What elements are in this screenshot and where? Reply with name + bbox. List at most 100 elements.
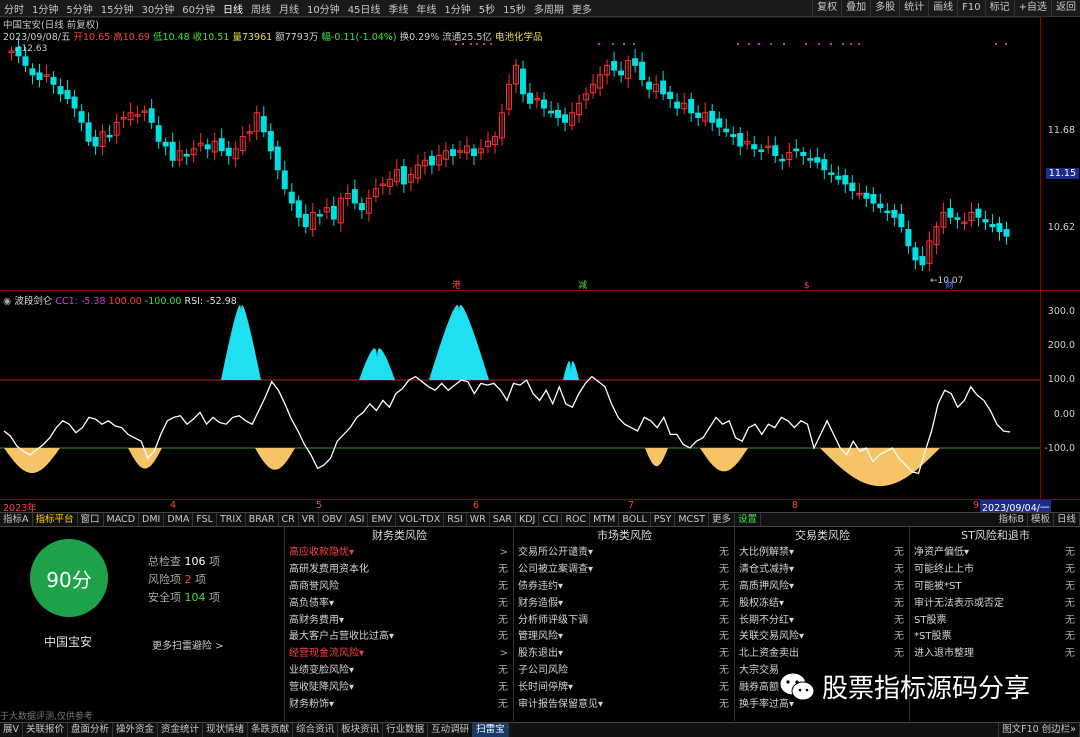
period-tab[interactable]: 季线: [384, 1, 412, 16]
indicator-tab[interactable]: MCST: [675, 513, 710, 526]
bottom-tab[interactable]: 关联报价: [23, 723, 69, 737]
risk-item[interactable]: 子公司风险 无: [514, 663, 735, 680]
period-tab[interactable]: 5分钟: [62, 1, 96, 16]
risk-item[interactable]: 营收陡降风险▾ 无: [285, 680, 514, 697]
risk-item[interactable]: 长期不分红▾ 无: [735, 613, 910, 630]
bottom-tab[interactable]: 展V: [0, 723, 23, 737]
period-tab[interactable]: 15分钟: [97, 1, 138, 16]
period-tab[interactable]: 60分钟: [178, 1, 219, 16]
bottom-tab[interactable]: 板块资讯: [338, 723, 384, 737]
indicator-tab-right[interactable]: 指标B: [995, 513, 1028, 526]
indicator-tab[interactable]: SAR: [490, 513, 517, 526]
risk-item[interactable]: *ST股票 无: [910, 629, 1080, 646]
f10-sidebar-toggle[interactable]: 图文F10 创边栏»: [998, 723, 1080, 737]
more-scan-link[interactable]: 更多扫雷避险 >: [152, 637, 224, 652]
event-flag-marker[interactable]: $: [804, 281, 810, 290]
risk-item[interactable]: 大比例解禁▾ 无: [735, 545, 910, 562]
risk-item[interactable]: 债券违约▾ 无: [514, 579, 735, 596]
candlestick-chart[interactable]: ↙12.63←10.07港减 $ 财: [0, 17, 1040, 290]
indicator-tab[interactable]: BRAR: [246, 513, 279, 526]
period-tab[interactable]: 5秒: [475, 1, 499, 16]
indicator-tab[interactable]: 窗口: [78, 513, 104, 526]
indicator-tab-right[interactable]: 模板: [1028, 513, 1054, 526]
toolbar-button[interactable]: 画线: [928, 0, 957, 16]
risk-item[interactable]: 审计无法表示或否定 无: [910, 596, 1080, 613]
indicator-tab[interactable]: PSY: [651, 513, 676, 526]
risk-item[interactable]: 可能被*ST 无: [910, 579, 1080, 596]
indicator-tab[interactable]: MACD: [104, 513, 140, 526]
bottom-tab[interactable]: 条跌贡献: [248, 723, 294, 737]
risk-item[interactable]: 净资产偏低▾ 无: [910, 545, 1080, 562]
event-flag-marker[interactable]: 港: [452, 279, 461, 290]
indicator-tab[interactable]: 设置: [735, 513, 762, 526]
toolbar-button[interactable]: 复权: [812, 0, 841, 16]
risk-item[interactable]: 管理风险▾ 无: [514, 629, 735, 646]
risk-item[interactable]: 关联交易风险▾ 无: [735, 629, 910, 646]
risk-item[interactable]: 高商誉风险 无: [285, 579, 514, 596]
period-tab[interactable]: 1分钟: [28, 1, 62, 16]
risk-item[interactable]: 北上资金卖出 无: [735, 646, 910, 663]
bottom-tab[interactable]: 互动调研: [428, 723, 474, 737]
risk-item[interactable]: 股东退出▾ 无: [514, 646, 735, 663]
indicator-tab[interactable]: BOLL: [619, 513, 651, 526]
event-flag-marker[interactable]: 减: [578, 279, 587, 290]
indicator-tab[interactable]: OBV: [319, 513, 347, 526]
period-tab[interactable]: 分时: [0, 1, 28, 16]
period-tab[interactable]: 多周期: [530, 1, 568, 16]
risk-item[interactable]: 经营现金流风险▾ >: [285, 646, 514, 663]
indicator-tab[interactable]: FSL: [193, 513, 217, 526]
indicator-tab[interactable]: DMI: [139, 513, 165, 526]
bottom-tab[interactable]: 扫雷宝: [473, 723, 509, 737]
indicator-chart[interactable]: [0, 291, 1040, 499]
indicator-tab-right[interactable]: 日线: [1054, 513, 1080, 526]
period-tab[interactable]: 周线: [247, 1, 275, 16]
bottom-tab[interactable]: 现状情绪: [203, 723, 249, 737]
indicator-tab[interactable]: ROC: [562, 513, 591, 526]
risk-item[interactable]: 业绩变脸风险▾ 无: [285, 663, 514, 680]
period-tab[interactable]: 45日线: [344, 1, 385, 16]
indicator-tab[interactable]: DMA: [164, 513, 194, 526]
risk-item[interactable]: 高负债率▾ 无: [285, 596, 514, 613]
risk-item[interactable]: 高应收款隐忧▾ >: [285, 545, 514, 562]
bottom-tab[interactable]: 操外资金: [113, 723, 159, 737]
period-tab[interactable]: 30分钟: [137, 1, 178, 16]
risk-item[interactable]: 财务造假▾ 无: [514, 596, 735, 613]
bottom-tab[interactable]: 行业数据: [383, 723, 429, 737]
indicator-tab[interactable]: 指标A: [0, 513, 33, 526]
risk-item[interactable]: 高质押风险▾ 无: [735, 579, 910, 596]
toolbar-button[interactable]: 叠加: [841, 0, 870, 16]
bottom-tab[interactable]: 综合资讯: [293, 723, 339, 737]
indicator-tab[interactable]: ASI: [346, 513, 369, 526]
indicator-tab[interactable]: 指标平台: [33, 513, 78, 526]
period-tab[interactable]: 年线: [412, 1, 440, 16]
risk-item[interactable]: ST股票 无: [910, 613, 1080, 630]
indicator-tab[interactable]: VOL-TDX: [396, 513, 445, 526]
risk-item[interactable]: 可能终止上市 无: [910, 562, 1080, 579]
period-tab[interactable]: 10分钟: [303, 1, 344, 16]
toolbar-button[interactable]: 多股: [870, 0, 899, 16]
risk-item[interactable]: 高财务费用▾ 无: [285, 613, 514, 630]
indicator-tab[interactable]: WR: [467, 513, 490, 526]
indicator-tab[interactable]: CCI: [539, 513, 563, 526]
bottom-tab[interactable]: 盘面分析: [68, 723, 114, 737]
indicator-tab[interactable]: 更多: [709, 513, 736, 526]
period-tab[interactable]: 更多: [568, 1, 596, 16]
indicator-tab[interactable]: CR: [279, 513, 299, 526]
period-tab[interactable]: 日线: [219, 1, 247, 16]
risk-item[interactable]: 审计报告保留意见▾ 无: [514, 697, 735, 714]
risk-item[interactable]: 股权冻结▾ 无: [735, 596, 910, 613]
period-tab[interactable]: 1分钟: [440, 1, 474, 16]
indicator-tab[interactable]: TRIX: [217, 513, 246, 526]
indicator-tab[interactable]: RSI: [444, 513, 467, 526]
indicator-tab[interactable]: EMV: [368, 513, 397, 526]
risk-item[interactable]: 公司被立案调查▾ 无: [514, 562, 735, 579]
risk-item[interactable]: 交易所公开谴责▾ 无: [514, 545, 735, 562]
indicator-tab[interactable]: KDJ: [516, 513, 540, 526]
risk-item[interactable]: 清仓式减持▾ 无: [735, 562, 910, 579]
risk-item[interactable]: 进入退市整理 无: [910, 646, 1080, 663]
toolbar-button[interactable]: 统计: [899, 0, 928, 16]
indicator-tab[interactable]: VR: [299, 513, 319, 526]
event-flag-marker[interactable]: 财: [945, 279, 954, 290]
risk-item[interactable]: 最大客户占营收比过高▾ 无: [285, 629, 514, 646]
period-tab[interactable]: 15秒: [499, 1, 530, 16]
